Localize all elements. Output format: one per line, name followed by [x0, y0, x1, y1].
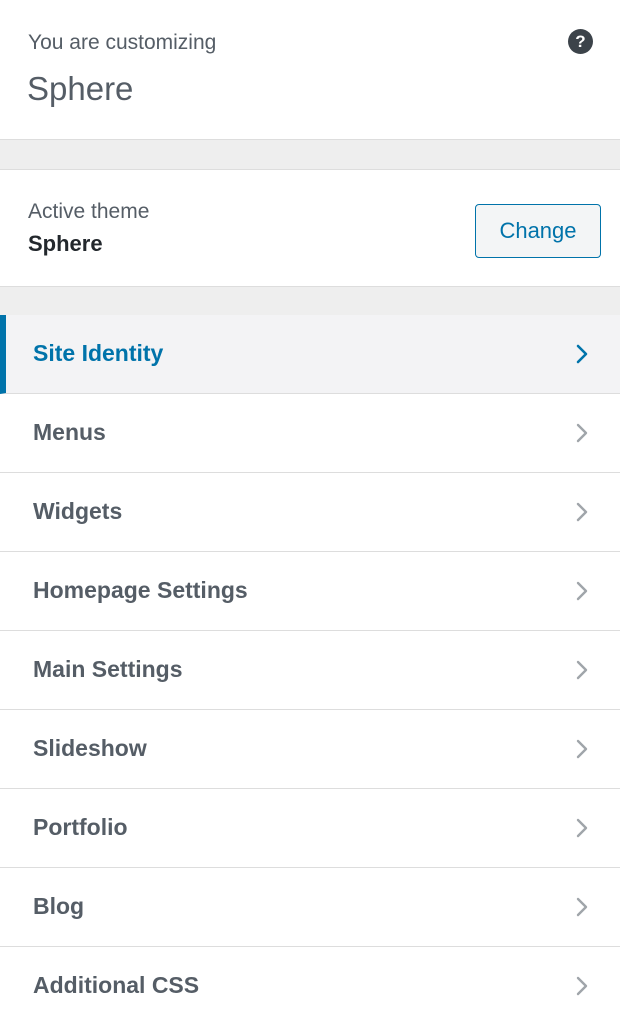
help-icon[interactable]: ?: [568, 29, 593, 54]
customizer-panel: You are customizing Sphere ? Active them…: [0, 0, 620, 1024]
section-label: Additional CSS: [33, 972, 200, 998]
chevron-right-icon: [576, 976, 588, 996]
section-slideshow[interactable]: Slideshow: [0, 710, 620, 789]
active-theme-label: Active theme: [28, 200, 150, 223]
section-label: Homepage Settings: [33, 577, 248, 603]
section-site-identity[interactable]: Site Identity: [0, 315, 620, 394]
section-additional-css[interactable]: Additional CSS: [0, 947, 620, 1024]
site-title: Sphere: [27, 70, 134, 107]
section-homepage-settings[interactable]: Homepage Settings: [0, 552, 620, 631]
chevron-right-icon: [576, 739, 588, 759]
customizer-header: You are customizing Sphere ?: [0, 0, 620, 140]
section-list: Site Identity Menus Widgets Homepage Set…: [0, 315, 620, 1024]
active-theme-section: Active theme Sphere Change: [0, 169, 620, 287]
section-widgets[interactable]: Widgets: [0, 473, 620, 552]
section-label: Slideshow: [33, 735, 147, 761]
customizing-label: You are customizing: [28, 31, 217, 54]
chevron-right-icon: [576, 423, 588, 443]
section-label: Menus: [33, 419, 106, 445]
section-blog[interactable]: Blog: [0, 868, 620, 947]
section-label: Site Identity: [33, 340, 164, 366]
section-label: Widgets: [33, 498, 123, 524]
chevron-right-icon: [576, 581, 588, 601]
section-menus[interactable]: Menus: [0, 394, 620, 473]
section-portfolio[interactable]: Portfolio: [0, 789, 620, 868]
chevron-right-icon: [576, 660, 588, 680]
chevron-right-icon: [576, 502, 588, 522]
section-label: Main Settings: [33, 656, 183, 682]
section-label: Portfolio: [33, 814, 128, 840]
change-theme-button[interactable]: Change: [475, 204, 601, 258]
chevron-right-icon: [576, 897, 588, 917]
active-theme-name: Sphere: [28, 231, 103, 256]
chevron-right-icon: [576, 344, 588, 364]
section-label: Blog: [33, 893, 85, 919]
section-main-settings[interactable]: Main Settings: [0, 631, 620, 710]
chevron-right-icon: [576, 818, 588, 838]
